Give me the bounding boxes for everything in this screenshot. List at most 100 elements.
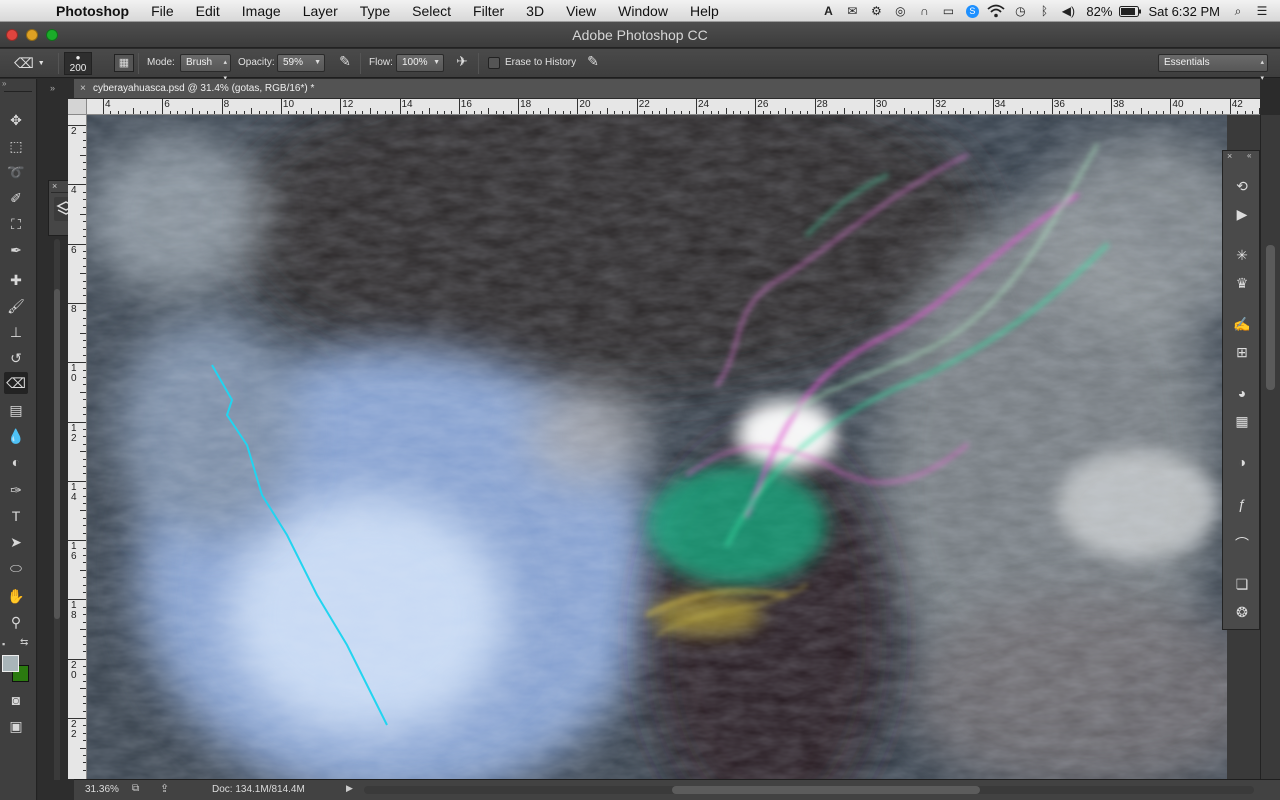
notification-center-icon[interactable]: ☰	[1250, 0, 1274, 22]
menu-3d[interactable]: 3D	[515, 0, 555, 22]
time-machine-icon[interactable]: ◷	[1008, 0, 1032, 22]
menu-window[interactable]: Window	[607, 0, 679, 22]
menu-filter[interactable]: Filter	[462, 0, 515, 22]
zoom-tool-icon[interactable]: ⚲	[4, 611, 28, 633]
zoom-window-icon[interactable]	[46, 29, 58, 41]
chevron-down-icon[interactable]: ▼	[433, 55, 440, 71]
crop-tool-icon[interactable]: ⛶	[4, 213, 28, 235]
close-window-icon[interactable]	[6, 29, 18, 41]
3d-icon[interactable]: ✳	[1230, 244, 1254, 266]
pen-tool-icon[interactable]: ✑	[4, 479, 28, 501]
horizontal-scrollbar-thumb[interactable]	[672, 786, 980, 794]
vertical-scrollbar-thumb[interactable]	[1266, 245, 1275, 390]
document-canvas[interactable]	[87, 115, 1227, 779]
flow-field[interactable]: 100% ▼	[396, 54, 444, 72]
ruler-origin[interactable]	[68, 99, 87, 115]
menu-help[interactable]: Help	[679, 0, 730, 22]
brush-presets-icon[interactable]: ⊞	[1230, 341, 1254, 363]
lasso-tool-icon[interactable]: ➰	[4, 161, 28, 183]
erase-history-checkbox[interactable]	[488, 57, 500, 69]
menu-edit[interactable]: Edit	[185, 0, 231, 22]
battery-icon[interactable]	[1118, 0, 1142, 22]
gear-icon[interactable]: ⚙	[864, 0, 888, 22]
menu-type[interactable]: Type	[349, 0, 401, 22]
styles-icon[interactable]: ƒ	[1230, 493, 1254, 515]
foreground-color-swatch[interactable]	[2, 655, 19, 672]
quick-select-tool-icon[interactable]: ✐	[4, 187, 28, 209]
antenna-icon[interactable]: ◎	[888, 0, 912, 22]
status-menu-arrow-icon[interactable]: ▶	[346, 783, 353, 794]
opacity-field[interactable]: 59% ▼	[277, 54, 325, 72]
minimize-window-icon[interactable]	[26, 29, 38, 41]
measurement-icon[interactable]: ♛	[1230, 272, 1254, 294]
display-icon[interactable]: ▭	[936, 0, 960, 22]
close-icon[interactable]: ×	[52, 181, 57, 191]
clock[interactable]: Sat 6:32 PM	[1142, 4, 1226, 19]
document-tab[interactable]: × cyberayahuasca.psd @ 31.4% (gotas, RGB…	[74, 79, 1260, 99]
menu-file[interactable]: File	[140, 0, 185, 22]
menu-image[interactable]: Image	[231, 0, 292, 22]
menu-view[interactable]: View	[555, 0, 607, 22]
chevron-down-icon[interactable]: ▼	[314, 55, 321, 71]
menu-select[interactable]: Select	[401, 0, 462, 22]
share-icon[interactable]: ⇪	[160, 782, 169, 795]
notification-badge-icon[interactable]: ✉	[840, 0, 864, 22]
marquee-tool-icon[interactable]: ⬚	[4, 135, 28, 157]
path-select-tool-icon[interactable]: ➤	[4, 531, 28, 553]
canvas-vertical-scrollbar[interactable]	[1260, 115, 1280, 779]
eyedropper-tool-icon[interactable]: ✒	[4, 239, 28, 261]
bluetooth-icon[interactable]: ᛒ	[1032, 0, 1056, 22]
zoom-level[interactable]: 31.36%	[85, 784, 119, 795]
type-tool-icon[interactable]: T	[4, 505, 28, 527]
headphones-icon[interactable]: ∩	[912, 0, 936, 22]
spotlight-icon[interactable]: ⌕	[1226, 0, 1250, 22]
quick-mask-icon[interactable]: ◙	[4, 689, 28, 711]
shape-tool-icon[interactable]: ⬭	[4, 557, 28, 579]
brush-tool-icon[interactable]: 🖌	[4, 295, 28, 317]
pressure-size-icon[interactable]: ✎	[582, 53, 604, 73]
gradient-tool-icon[interactable]: ▤	[4, 399, 28, 421]
screen-mode-icon[interactable]: ▣	[4, 715, 28, 737]
menu-photoshop[interactable]: Photoshop	[52, 0, 140, 22]
default-colors-icon[interactable]: ▪	[2, 639, 5, 649]
layer-comps-icon[interactable]: ❏	[1230, 573, 1254, 595]
tool-preset-picker[interactable]: ⌫ ▼	[14, 49, 56, 78]
doc-close-icon[interactable]: ×	[80, 79, 86, 99]
swatches-icon[interactable]: ▦	[1230, 410, 1254, 432]
pressure-opacity-icon[interactable]: ✎	[334, 53, 356, 73]
move-tool-icon[interactable]: ✥	[4, 109, 28, 131]
mode-dropdown[interactable]: Brush ▴▾	[180, 54, 231, 82]
panel-dock-expand-icon[interactable]: »	[50, 83, 55, 93]
brushes-icon[interactable]: ✍	[1230, 313, 1254, 335]
left-scrollbar-thumb[interactable]	[54, 289, 60, 619]
shazam-icon[interactable]: S	[960, 0, 984, 22]
brush-panel-toggle-icon[interactable]: ▦	[114, 54, 134, 72]
airbrush-icon[interactable]: ✈	[451, 53, 473, 73]
channels-icon[interactable]: ❂	[1230, 601, 1254, 623]
workspace-dropdown[interactable]: Essentials ▴ ▾	[1158, 54, 1268, 82]
brush-size-picker[interactable]: ● 200	[64, 52, 92, 75]
history-icon[interactable]: ⟲	[1230, 175, 1254, 197]
history-brush-tool-icon[interactable]: ↺	[4, 347, 28, 369]
stamp-tool-icon[interactable]: ⊥	[4, 321, 28, 343]
close-icon[interactable]: ×	[1227, 151, 1232, 161]
paths-icon[interactable]: ⌒	[1230, 533, 1254, 555]
vertical-ruler[interactable]: 2 4 6 8 1 0 1 2 1 4 1 6 1 8 2 0 2 2	[68, 115, 87, 779]
actions-icon[interactable]: ▶	[1230, 203, 1254, 225]
blur-tool-icon[interactable]: 💧	[4, 425, 28, 447]
menu-layer[interactable]: Layer	[292, 0, 349, 22]
expand-icon[interactable]: «	[1247, 151, 1251, 160]
dodge-tool-icon[interactable]: ◐	[4, 451, 28, 473]
adjustments-icon[interactable]: ◑	[1230, 451, 1254, 473]
horizontal-ruler[interactable]: 4 6 8 10 12 14 16 18 20 22 24 26 28 30 32 34 36 38 40 42	[87, 99, 1260, 115]
hand-tool-icon[interactable]: ✋	[4, 585, 28, 607]
status-info-icon[interactable]: ⧉	[132, 783, 139, 794]
eraser-tool-icon[interactable]: ⌫	[4, 372, 28, 394]
swap-colors-icon[interactable]: ⇆	[20, 637, 28, 648]
wifi-icon[interactable]	[984, 0, 1008, 22]
healing-tool-icon[interactable]: ✚	[4, 269, 28, 291]
toolbar-collapse-icon[interactable]: »	[2, 79, 6, 88]
volume-icon[interactable]: ◀)	[1056, 0, 1080, 22]
adobe-icon[interactable]: A	[816, 0, 840, 22]
color-icon[interactable]: ◕	[1230, 382, 1254, 404]
